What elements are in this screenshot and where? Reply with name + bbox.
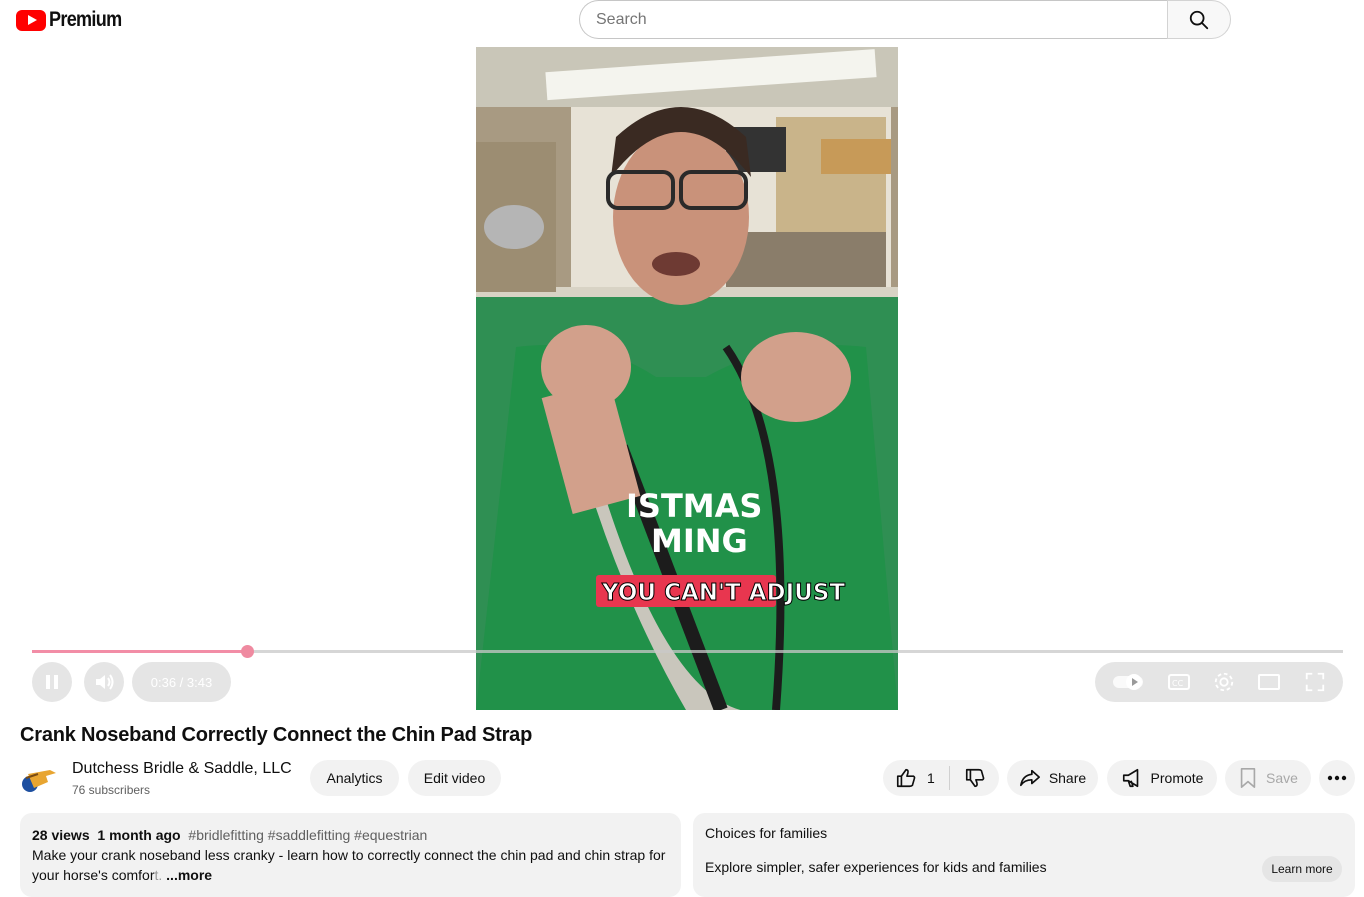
video-description[interactable]: 28 views 1 month ago #bridlefitting #sad… <box>20 813 681 897</box>
video-player[interactable]: ISTMAS MING YOU CAN'T ADJUST 0:36 / 3:43… <box>0 47 1364 710</box>
player-right-controls: CC <box>1095 662 1343 702</box>
video-frame[interactable]: ISTMAS MING YOU CAN'T ADJUST <box>476 47 898 710</box>
like-dislike-group: 1 <box>883 760 999 796</box>
search-icon <box>1189 10 1209 29</box>
promote-label: Promote <box>1150 770 1204 786</box>
pause-button[interactable] <box>32 662 72 702</box>
channel-avatar[interactable] <box>20 760 60 796</box>
autoplay-toggle-icon[interactable] <box>1112 673 1144 691</box>
time-display: 0:36 / 3:43 <box>132 662 231 702</box>
description-text: Make your crank noseband less cranky - l… <box>32 847 666 883</box>
video-thumbnail-scene: ISTMAS MING YOU CAN'T ADJUST <box>476 47 898 710</box>
fullscreen-icon[interactable] <box>1304 671 1326 693</box>
learn-more-button[interactable]: Learn more <box>1262 856 1342 882</box>
description-fade: t. <box>154 867 163 883</box>
share-button[interactable]: Share <box>1007 760 1098 796</box>
search-button[interactable] <box>1167 0 1231 39</box>
promote-button[interactable]: Promote <box>1107 760 1217 796</box>
like-count: 1 <box>927 770 935 786</box>
save-label: Save <box>1266 770 1298 786</box>
video-title: Crank Noseband Correctly Connect the Chi… <box>20 724 533 746</box>
theater-mode-icon[interactable] <box>1257 672 1281 692</box>
volume-button[interactable] <box>84 662 124 702</box>
progress-played <box>32 650 247 653</box>
youtube-premium-logo[interactable]: Premium <box>16 8 133 32</box>
upload-age: 1 month ago <box>97 827 181 843</box>
svg-text:CC: CC <box>1172 679 1184 688</box>
pointing-hand-icon <box>22 770 56 792</box>
hashtags[interactable]: #bridlefitting #saddlefitting #equestria… <box>188 827 427 843</box>
settings-icon[interactable] <box>1213 671 1235 693</box>
megaphone-icon <box>1122 768 1138 788</box>
edit-video-button[interactable]: Edit video <box>408 760 501 796</box>
progress-scrubber[interactable] <box>241 645 254 658</box>
dislike-button[interactable] <box>950 760 999 796</box>
caption-overlay: YOU CAN'T ADJUST <box>601 580 845 606</box>
more-horizontal-icon <box>1327 775 1347 781</box>
families-text: Explore simpler, safer experiences for k… <box>705 859 1047 875</box>
families-panel: Choices for families Explore simpler, sa… <box>693 813 1355 897</box>
analytics-button[interactable]: Analytics <box>310 760 399 796</box>
share-label: Share <box>1048 770 1087 786</box>
save-button[interactable]: Save <box>1225 760 1311 796</box>
thumbs-down-icon <box>965 768 984 788</box>
youtube-play-icon <box>16 9 46 31</box>
share-icon <box>1019 769 1040 787</box>
like-button[interactable]: 1 <box>883 760 949 796</box>
shirt-text-1: ISTMAS <box>626 487 762 525</box>
channel-name[interactable]: Dutchess Bridle & Saddle, LLC <box>72 760 292 778</box>
captions-icon[interactable]: CC <box>1167 672 1191 692</box>
view-count: 28 views <box>32 827 90 843</box>
subscriber-count: 76 subscribers <box>72 783 151 797</box>
search-input[interactable] <box>579 0 1167 39</box>
pause-icon <box>46 675 58 689</box>
more-actions-button[interactable] <box>1319 760 1355 796</box>
logo-text: Premium <box>49 8 122 31</box>
progress-bar[interactable] <box>32 645 1343 658</box>
show-more-link[interactable]: ...more <box>166 867 212 883</box>
families-title: Choices for families <box>705 825 828 841</box>
bookmark-icon <box>1240 768 1256 788</box>
thumbs-up-icon <box>896 768 916 788</box>
shirt-text-2: MING <box>651 522 748 560</box>
volume-icon <box>96 674 114 690</box>
search-bar <box>579 0 1231 39</box>
